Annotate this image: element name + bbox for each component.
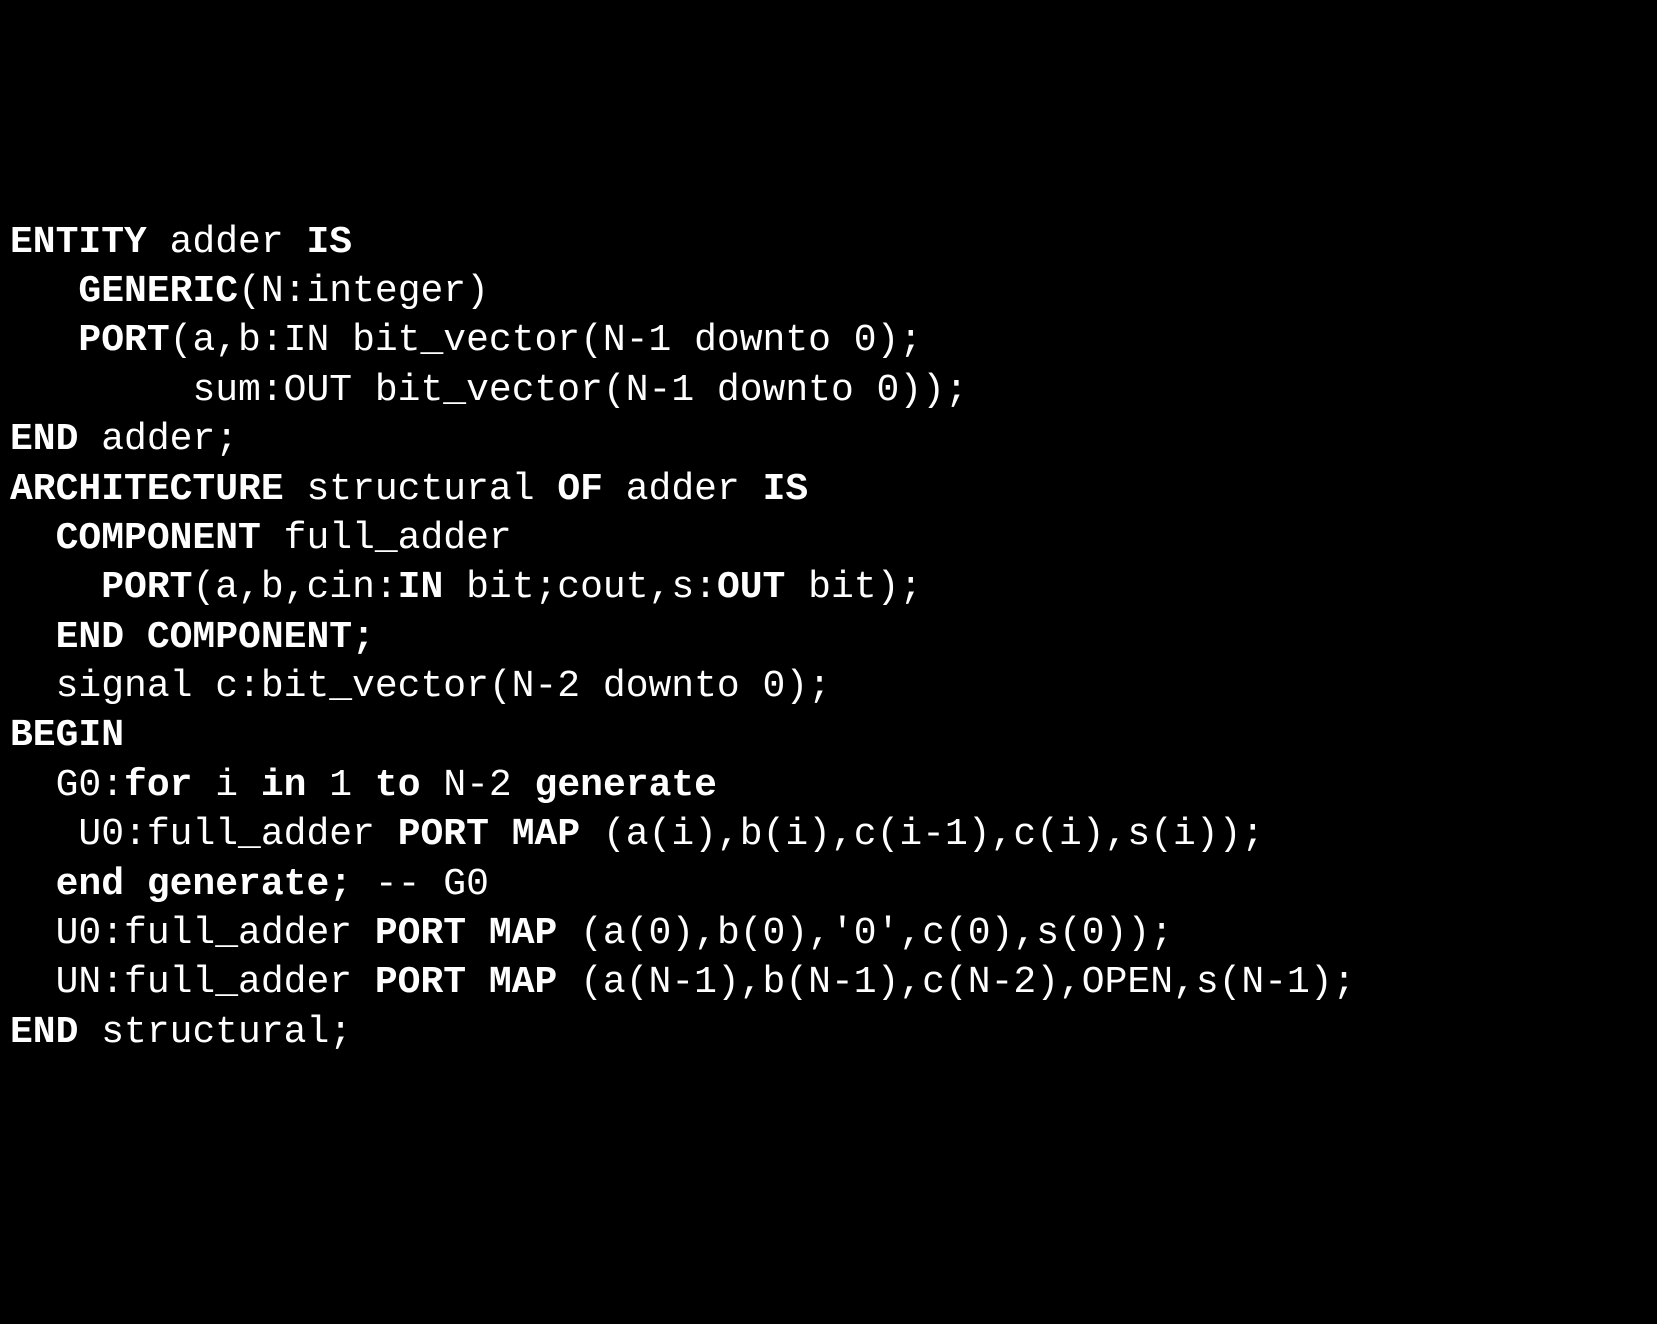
code-line: BEGIN <box>10 711 1647 760</box>
keyword-token: IN <box>398 566 444 609</box>
text-token: U0:full_adder <box>56 912 375 955</box>
code-line: PORT(a,b:IN bit_vector(N-1 downto 0); <box>10 316 1647 365</box>
code-line: ARCHITECTURE structural OF adder IS <box>10 465 1647 514</box>
keyword-token: PORT MAP <box>375 912 557 955</box>
keyword-token: ARCHITECTURE <box>10 468 284 511</box>
text-token: (a(N-1),b(N-1),c(N-2),OPEN,s(N-1); <box>557 961 1355 1004</box>
code-line: signal c:bit_vector(N-2 downto 0); <box>10 662 1647 711</box>
text-token: structural <box>284 468 558 511</box>
keyword-token: PORT <box>78 319 169 362</box>
text-token: full_adder <box>261 517 512 560</box>
keyword-token: PORT <box>101 566 192 609</box>
keyword-token: IS <box>763 468 809 511</box>
code-line: COMPONENT full_adder <box>10 514 1647 563</box>
keyword-token: OF <box>557 468 603 511</box>
text-token: UN:full_adder <box>56 961 375 1004</box>
text-token: sum:OUT bit_vector(N-1 downto 0)); <box>192 369 967 412</box>
code-line: PORT(a,b,cin:IN bit;cout,s:OUT bit); <box>10 563 1647 612</box>
keyword-token: END <box>10 418 78 461</box>
code-line: END structural; <box>10 1008 1647 1057</box>
keyword-token: in <box>261 764 307 807</box>
code-line: end generate; -- G0 <box>10 860 1647 909</box>
keyword-token: for <box>124 764 192 807</box>
text-token: adder <box>603 468 763 511</box>
code-line: ENTITY adder IS <box>10 218 1647 267</box>
keyword-token: OUT <box>717 566 785 609</box>
text-token: structural; <box>78 1011 352 1054</box>
code-line: END COMPONENT; <box>10 613 1647 662</box>
keyword-token: PORT MAP <box>398 813 580 856</box>
keyword-token: END COMPONENT; <box>56 616 375 659</box>
text-token: (a(i),b(i),c(i-1),c(i),s(i)); <box>580 813 1264 856</box>
code-line: G0:for i in 1 to N-2 generate <box>10 761 1647 810</box>
text-token: G0: <box>56 764 124 807</box>
text-token: (a(0),b(0),'0',c(0),s(0)); <box>557 912 1173 955</box>
text-token: adder <box>147 221 307 264</box>
keyword-token: BEGIN <box>10 714 124 757</box>
keyword-token: PORT MAP <box>375 961 557 1004</box>
text-token: N-2 <box>421 764 535 807</box>
code-line: sum:OUT bit_vector(N-1 downto 0)); <box>10 366 1647 415</box>
text-token: signal c:bit_vector(N-2 downto 0); <box>56 665 831 708</box>
text-token: bit;cout,s: <box>443 566 717 609</box>
code-block: ENTITY adder IS GENERIC(N:integer) PORT(… <box>0 198 1657 1078</box>
keyword-token: IS <box>306 221 352 264</box>
keyword-token: to <box>375 764 421 807</box>
text-token: (N:integer) <box>238 270 489 313</box>
text-token: i <box>192 764 260 807</box>
keyword-token: GENERIC <box>78 270 238 313</box>
text-token: 1 <box>306 764 374 807</box>
code-line: U0:full_adder PORT MAP (a(0),b(0),'0',c(… <box>10 909 1647 958</box>
code-line: END adder; <box>10 415 1647 464</box>
keyword-token: COMPONENT <box>56 517 261 560</box>
text-token: (a,b:IN bit_vector(N-1 downto 0); <box>170 319 923 362</box>
code-line: UN:full_adder PORT MAP (a(N-1),b(N-1),c(… <box>10 958 1647 1007</box>
keyword-token: end generate; <box>56 863 352 906</box>
code-line: U0:full_adder PORT MAP (a(i),b(i),c(i-1)… <box>10 810 1647 859</box>
text-token: -- G0 <box>352 863 489 906</box>
keyword-token: generate <box>535 764 717 807</box>
text-token: (a,b,cin: <box>192 566 397 609</box>
code-line: GENERIC(N:integer) <box>10 267 1647 316</box>
keyword-token: ENTITY <box>10 221 147 264</box>
keyword-token: END <box>10 1011 78 1054</box>
text-token: bit); <box>785 566 922 609</box>
text-token: U0:full_adder <box>78 813 397 856</box>
text-token: adder; <box>78 418 238 461</box>
